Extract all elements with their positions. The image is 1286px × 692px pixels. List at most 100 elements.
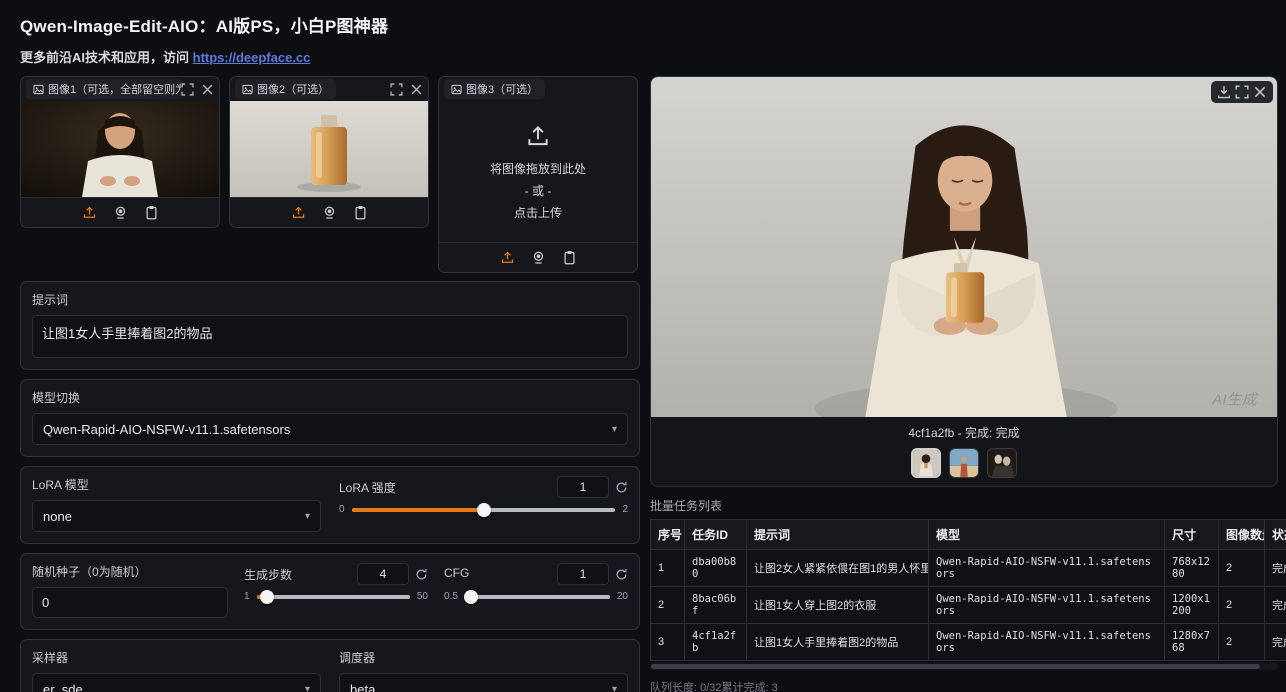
scheduler-select[interactable]: beta ▾ [339, 673, 628, 692]
panel1-header: 图像1（可选，全部留空则为文生图） [21, 77, 219, 101]
model-switch-label: 模型切换 [32, 389, 628, 406]
steps-value[interactable]: 4 [357, 563, 409, 585]
thumbnail-2[interactable] [949, 448, 979, 478]
panel2-label: 图像2（可选） [235, 79, 336, 99]
result-preview-panel: AI生成 4cf1a2fb - 完成: 完成 [650, 76, 1278, 487]
sampler-field: 采样器 er_sde ▾ [32, 649, 321, 692]
slider-min: 0.5 [444, 591, 458, 602]
reset-icon[interactable] [615, 568, 628, 581]
upload-icon[interactable] [500, 250, 515, 265]
reset-icon[interactable] [615, 481, 628, 494]
woman-photo-thumbnail [21, 101, 219, 197]
col-task-id[interactable]: 任务ID [685, 520, 747, 550]
close-icon[interactable] [1253, 85, 1267, 99]
col-model[interactable]: 模型 [929, 520, 1165, 550]
subtitle-text: 更多前沿AI技术和应用，访问 [20, 50, 189, 65]
sampler-group: 采样器 er_sde ▾ 调度器 beta ▾ [20, 639, 640, 692]
status-badge: 完成 [1265, 550, 1286, 587]
slider-handle[interactable] [477, 503, 491, 517]
table-row[interactable]: 3 4cf1a2fb 让图1女人手里捧着图2的物品 Qwen-Rapid-AIO… [651, 624, 1286, 661]
table-row[interactable]: 1 dba00b80 让图2女人紧紧依偎在图1的男人怀里 Qwen-Rapid-… [651, 550, 1286, 587]
batch-task-table: 序号 任务ID 提示词 模型 尺寸 图像数量 状态 1 dba00b80 让图2… [650, 519, 1286, 661]
subtitle: 更多前沿AI技术和应用，访问 https://deepface.cc [20, 47, 1278, 66]
ai-watermark: AI生成 [1211, 392, 1258, 409]
lora-model-select[interactable]: none ▾ [32, 500, 321, 532]
upload-icon[interactable] [291, 205, 306, 220]
image-input-2: 图像2（可选） [229, 76, 429, 228]
scrollbar-thumb[interactable] [651, 664, 1260, 669]
queue-status-text: 队列长度: 0/32累计完成: 3 [650, 679, 1278, 692]
col-image-count[interactable]: 图像数量 [1219, 520, 1265, 550]
lora-model-field: LoRA 模型 none ▾ [32, 476, 321, 532]
batch-list-title: 批量任务列表 [650, 497, 1278, 514]
upload-icon[interactable] [82, 205, 97, 220]
drop-text: 将图像拖放到此处 [490, 160, 586, 177]
slider-handle[interactable] [464, 590, 478, 604]
cfg-label: CFG [444, 563, 469, 580]
lora-strength-value[interactable]: 1 [557, 476, 609, 498]
panel1-image[interactable] [21, 101, 219, 197]
status-badge: 完成 [1265, 587, 1286, 624]
result-image[interactable]: AI生成 [651, 77, 1277, 417]
sampling-params-group: 随机种子（0为随机） 0 生成步数 4 1 [20, 553, 640, 630]
panel2-header: 图像2（可选） [230, 77, 428, 101]
lora-model-label: LoRA 模型 [32, 476, 321, 493]
webcam-icon[interactable] [531, 250, 546, 265]
slider-max: 50 [417, 591, 428, 602]
sampler-select[interactable]: er_sde ▾ [32, 673, 321, 692]
expand-icon[interactable] [1235, 85, 1249, 99]
lora-strength-label: LoRA 强度 [339, 476, 396, 496]
scheduler-label: 调度器 [339, 649, 628, 666]
thumbnail-1[interactable] [911, 448, 941, 478]
webcam-icon[interactable] [113, 205, 128, 220]
image-icon [33, 84, 44, 95]
slider-max: 20 [617, 591, 628, 602]
close-icon[interactable] [201, 83, 214, 96]
lora-group: LoRA 模型 none ▾ LoRA 强度 1 [20, 466, 640, 544]
seed-label: 随机种子（0为随机） [32, 563, 228, 580]
close-icon[interactable] [410, 83, 423, 96]
slider-handle[interactable] [260, 590, 274, 604]
chevron-down-icon: ▾ [612, 424, 617, 435]
image-inputs-row: 图像1（可选，全部留空则为文生图） [20, 76, 640, 273]
reset-icon[interactable] [415, 568, 428, 581]
panel3-label: 图像3（可选） [444, 79, 545, 99]
clipboard-icon[interactable] [144, 205, 159, 220]
expand-icon[interactable] [390, 83, 403, 96]
col-index[interactable]: 序号 [651, 520, 685, 550]
lora-strength-slider[interactable] [352, 508, 616, 512]
cfg-slider[interactable] [465, 595, 610, 599]
thumbnail-3[interactable] [987, 448, 1017, 478]
lora-strength-field: LoRA 强度 1 0 2 [339, 476, 628, 532]
col-size[interactable]: 尺寸 [1165, 520, 1219, 550]
image-input-1: 图像1（可选，全部留空则为文生图） [20, 76, 220, 228]
cfg-value[interactable]: 1 [557, 563, 609, 585]
webcam-icon[interactable] [322, 205, 337, 220]
expand-icon[interactable] [181, 83, 194, 96]
slider-max: 2 [622, 504, 628, 515]
model-switch-select[interactable]: Qwen-Rapid-AIO-NSFW-v11.1.safetensors ▾ [32, 413, 628, 445]
chevron-down-icon: ▾ [305, 684, 310, 692]
prompt-label: 提示词 [32, 291, 628, 308]
panel3-header: 图像3（可选） [439, 77, 637, 101]
preview-corner-icons [1211, 81, 1273, 103]
download-icon[interactable] [1217, 85, 1231, 99]
app-root: Qwen-Image-Edit-AIO：AI版PS，小白P图神器 更多前沿AI技… [0, 0, 1286, 692]
col-prompt[interactable]: 提示词 [747, 520, 929, 550]
table-row[interactable]: 2 8bac06bf 让图1女人穿上图2的衣服 Qwen-Rapid-AIO-N… [651, 587, 1286, 624]
cfg-field: CFG 1 0.5 20 [444, 563, 628, 618]
steps-label: 生成步数 [244, 563, 292, 583]
clipboard-icon[interactable] [353, 205, 368, 220]
image-icon [242, 84, 253, 95]
deepface-link[interactable]: https://deepface.cc [193, 50, 311, 65]
upload-dropzone[interactable]: 将图像拖放到此处 - 或 - 点击上传 [439, 101, 637, 242]
clipboard-icon[interactable] [562, 250, 577, 265]
col-status[interactable]: 状态 [1265, 520, 1286, 550]
panel2-image[interactable] [230, 101, 428, 197]
seed-input[interactable]: 0 [32, 587, 228, 618]
page-title: Qwen-Image-Edit-AIO：AI版PS，小白P图神器 [20, 12, 1278, 37]
prompt-input[interactable]: 让图1女人手里捧着图2的物品 [32, 315, 628, 358]
steps-slider[interactable] [257, 595, 410, 599]
chevron-down-icon: ▾ [305, 511, 310, 522]
image-icon [451, 84, 462, 95]
